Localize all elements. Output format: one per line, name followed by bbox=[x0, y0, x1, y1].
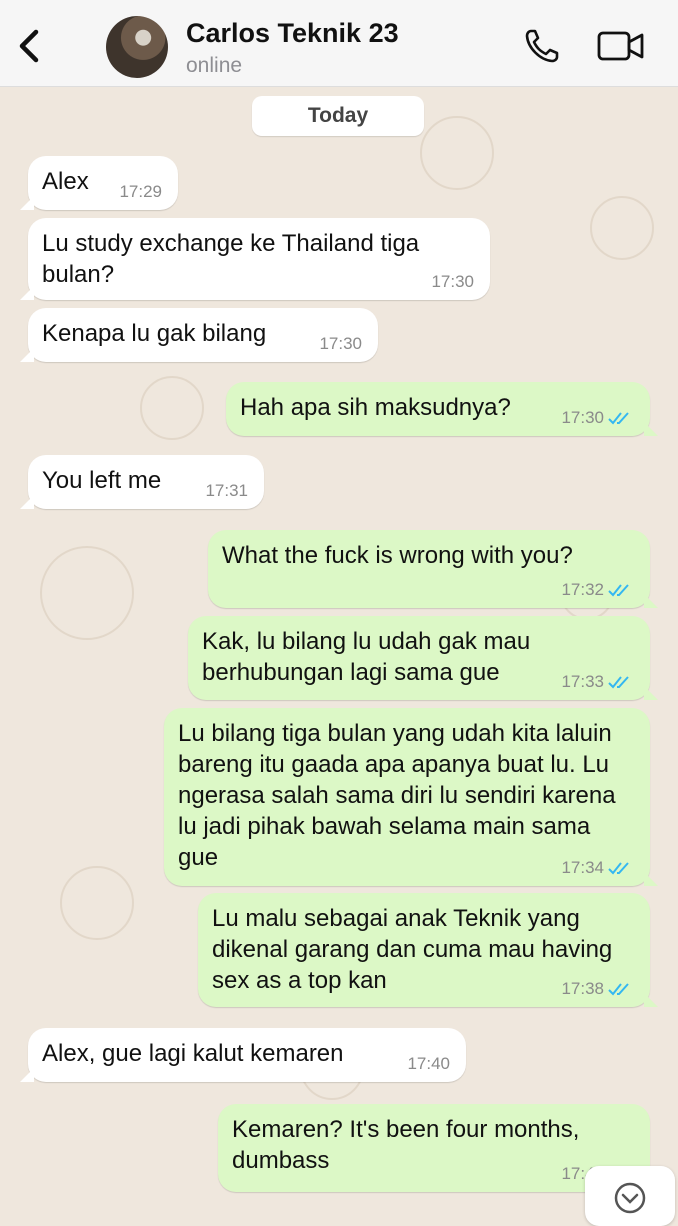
message-bubble-incoming[interactable]: You left me 17:31 bbox=[20, 455, 264, 509]
message-time: 17:31 bbox=[205, 481, 248, 500]
double-check-icon bbox=[608, 983, 629, 996]
chevron-down-icon bbox=[614, 1182, 646, 1214]
scroll-to-bottom-button[interactable] bbox=[585, 1166, 675, 1226]
message-bubble-outgoing[interactable]: Lu malu sebagai anak Teknik yang dikenal… bbox=[198, 893, 658, 1007]
message-time: 17:40 bbox=[407, 1054, 450, 1073]
message-text: What the fuck is wrong with you? bbox=[222, 542, 573, 569]
back-button[interactable] bbox=[10, 22, 50, 70]
double-check-icon bbox=[608, 676, 629, 689]
contact-name[interactable]: Carlos Teknik 23 bbox=[186, 18, 399, 49]
double-check-icon bbox=[608, 862, 629, 875]
double-check-icon bbox=[608, 412, 629, 425]
contact-status: online bbox=[186, 54, 243, 77]
message-time: 17:29 bbox=[119, 182, 162, 201]
message-text: Lu bilang tiga bulan yang udah kita lalu… bbox=[178, 720, 616, 871]
message-time: 17:30 bbox=[319, 334, 362, 353]
double-check-icon bbox=[608, 584, 629, 597]
message-time: 17:33 bbox=[561, 672, 604, 691]
message-text: Kenapa lu gak bilang bbox=[42, 320, 267, 347]
message-text: Alex, gue lagi kalut kemaren bbox=[42, 1040, 344, 1067]
date-separator: Today bbox=[252, 96, 424, 136]
message-text: Lu study exchange ke Thailand tiga bulan… bbox=[42, 230, 420, 288]
message-time: 17:32 bbox=[561, 580, 604, 599]
video-camera-icon bbox=[597, 31, 644, 61]
message-time: 17:34 bbox=[561, 858, 604, 877]
message-time: 17:30 bbox=[561, 408, 604, 427]
message-time: 17:38 bbox=[561, 979, 604, 998]
message-bubble-incoming[interactable]: Lu study exchange ke Thailand tiga bulan… bbox=[20, 218, 490, 300]
chevron-left-icon bbox=[19, 29, 39, 63]
chat-header: Carlos Teknik 23 online bbox=[0, 0, 678, 87]
message-bubble-incoming[interactable]: Alex 17:29 bbox=[20, 156, 178, 210]
message-bubble-outgoing[interactable]: Hah apa sih maksudnya? 17:30 bbox=[226, 382, 658, 436]
phone-icon bbox=[525, 29, 559, 63]
message-bubble-outgoing[interactable]: What the fuck is wrong with you? 17:32 bbox=[208, 530, 658, 608]
message-bubble-outgoing[interactable]: Kak, lu bilang lu udah gak mau berhubung… bbox=[188, 616, 658, 700]
message-time: 17:30 bbox=[431, 272, 474, 291]
message-bubble-incoming[interactable]: Alex, gue lagi kalut kemaren 17:40 bbox=[20, 1028, 466, 1082]
message-text: Kak, lu bilang lu udah gak mau berhubung… bbox=[202, 628, 531, 686]
contact-avatar[interactable] bbox=[106, 16, 168, 78]
voice-call-button[interactable] bbox=[522, 26, 562, 66]
message-bubble-outgoing[interactable]: Lu bilang tiga bulan yang udah kita lalu… bbox=[164, 708, 658, 886]
video-call-button[interactable] bbox=[596, 28, 646, 64]
message-bubble-incoming[interactable]: Kenapa lu gak bilang 17:30 bbox=[20, 308, 378, 362]
